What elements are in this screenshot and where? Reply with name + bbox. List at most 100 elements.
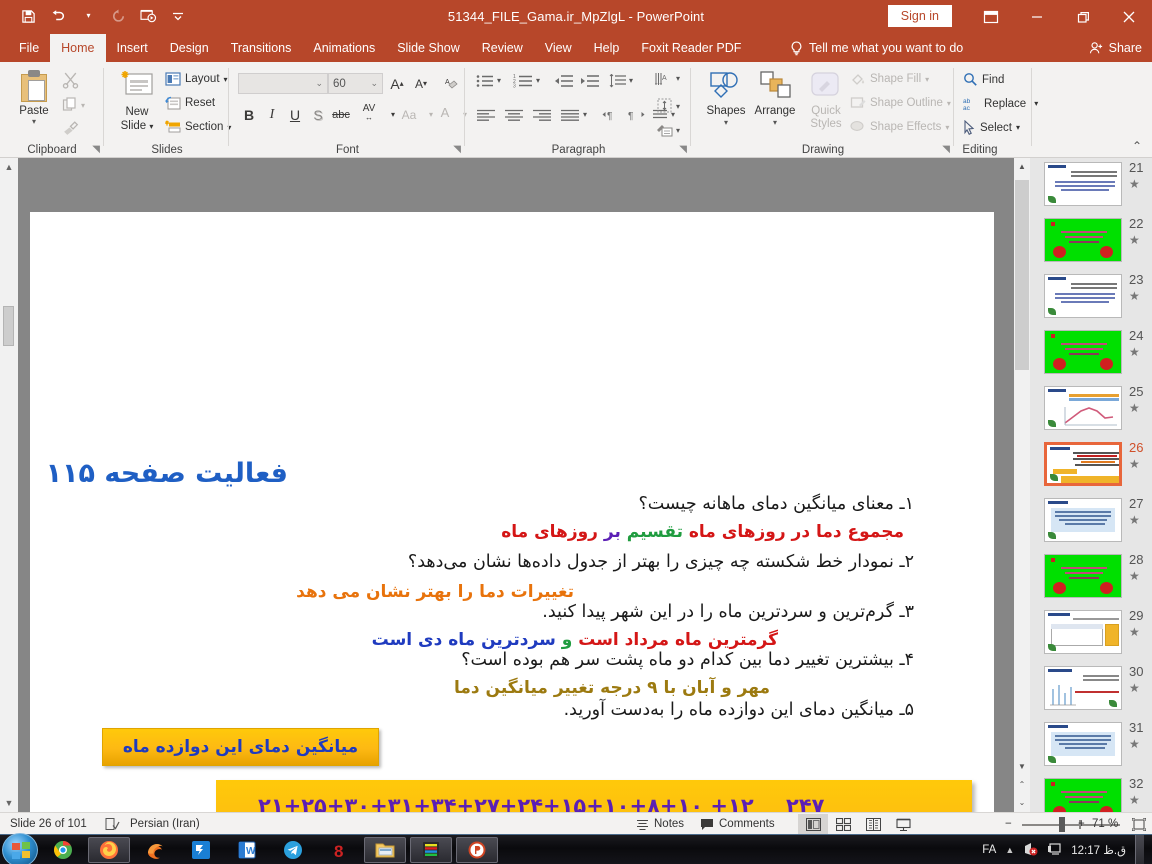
show-hidden-icons-icon[interactable]: ▲ (1005, 845, 1014, 855)
ribbon-tab-transitions[interactable]: Transitions (220, 34, 303, 62)
bullets-button[interactable] (476, 74, 494, 93)
thumbnail-row[interactable]: 21 ★ (1030, 160, 1152, 218)
thumbnail-animation-star-icon[interactable]: ★ (1129, 177, 1140, 191)
thumbnail-animation-star-icon[interactable]: ★ (1129, 681, 1140, 695)
find-button[interactable]: Find (963, 72, 1004, 87)
reset-button[interactable]: Reset (165, 96, 215, 110)
slide-thumbnail-22[interactable] (1044, 218, 1122, 262)
thumbnail-row[interactable]: 22 ★ (1030, 216, 1152, 274)
answer-2[interactable]: تغییرات دما را بهتر نشان می دهد (296, 582, 574, 602)
next-slide-icon[interactable]: ⌄ (1014, 794, 1030, 810)
copy-dropdown-icon[interactable]: ▾ (81, 101, 85, 110)
zoom-level-label[interactable]: 71 % (1092, 813, 1118, 835)
thumbnail-animation-star-icon[interactable]: ★ (1129, 345, 1140, 359)
ribbon-tab-view[interactable]: View (534, 34, 583, 62)
thumbnail-animation-star-icon[interactable]: ★ (1129, 625, 1140, 639)
thumbnail-row[interactable]: 26 ★ (1030, 440, 1152, 498)
thumbnail-row[interactable]: 27 ★ (1030, 496, 1152, 554)
thumbnail-row[interactable]: 29 ★ (1030, 608, 1152, 666)
answer-4[interactable]: مهر و آبان با ۹ درجه تغییر میانگین دما (454, 678, 770, 698)
taskbar-edge-icon[interactable] (134, 837, 176, 863)
align-text-button[interactable] (657, 98, 672, 118)
increase-indent-button[interactable] (580, 74, 600, 93)
ribbon-tab-insert[interactable]: Insert (106, 34, 159, 62)
select-button[interactable]: Select ▾ (963, 120, 1020, 135)
section-button[interactable]: Section ▾ (165, 120, 231, 134)
line-spacing-dropdown-icon[interactable]: ▾ (629, 76, 633, 85)
thumbnail-animation-star-icon[interactable]: ★ (1129, 457, 1140, 471)
thumbnail-animation-star-icon[interactable]: ★ (1129, 513, 1140, 527)
fit-to-window-icon[interactable] (1132, 813, 1146, 835)
decrease-indent-button[interactable] (554, 74, 574, 93)
text-direction-dropdown-icon[interactable]: ▾ (676, 74, 680, 83)
slide-show-icon[interactable] (888, 814, 918, 834)
strikethrough-button[interactable]: abc (330, 104, 352, 125)
ribbon-tab-foxit-reader-pdf[interactable]: Foxit Reader PDF (630, 34, 752, 62)
notes-button[interactable]: Notes (636, 813, 684, 835)
align-right-button[interactable] (532, 108, 552, 126)
shapes-button[interactable]: Shapes ▾ (702, 70, 750, 127)
show-desktop-button[interactable] (1135, 835, 1144, 864)
bold-button[interactable]: B (238, 104, 260, 125)
thumbnail-row[interactable]: 24 ★ (1030, 328, 1152, 386)
restore-icon[interactable] (1060, 0, 1106, 34)
callout-box[interactable]: میانگین دمای این دوازده ماه (102, 728, 379, 766)
font-color-button[interactable]: A (436, 102, 454, 123)
clipboard-dialog-launcher[interactable]: ◥ (92, 144, 100, 155)
ribbon-tab-slide-show[interactable]: Slide Show (386, 34, 471, 62)
clock[interactable]: 12:17 ق.ظ (1071, 843, 1126, 857)
slide-thumbnail-23[interactable] (1044, 274, 1122, 318)
zoom-out-button[interactable]: − (1005, 813, 1012, 835)
font-name-combo[interactable]: ⌄ (238, 73, 328, 94)
slide-thumbnail-24[interactable] (1044, 330, 1122, 374)
zoom-slider-handle[interactable] (1059, 817, 1065, 832)
thumbnail-animation-star-icon[interactable]: ★ (1129, 289, 1140, 303)
question-4[interactable]: ۴ـ بیشترین تغییر دما بین کدام دو ماه پشت… (461, 650, 914, 670)
question-2[interactable]: ۲ـ نمودار خط شکسته چه چیزی را بهتر از جد… (408, 552, 914, 572)
rail-handle[interactable] (3, 306, 14, 346)
thumbnail-row[interactable]: 32 ★ (1030, 776, 1152, 812)
ribbon-tab-review[interactable]: Review (471, 34, 534, 62)
taskbar-powerpoint-icon[interactable] (456, 837, 498, 863)
layout-button[interactable]: Layout ▾ (165, 72, 228, 86)
align-center-button[interactable] (504, 108, 524, 126)
taskbar-file-explorer-icon[interactable] (364, 837, 406, 863)
slide-thumbnail-32[interactable] (1044, 778, 1122, 812)
slide-canvas[interactable]: فعالیت صفحه ۱۱۵ ۱ـ معنای میانگین دمای ما… (30, 212, 994, 864)
slide-thumbnail-28[interactable] (1044, 554, 1122, 598)
bullets-dropdown-icon[interactable]: ▾ (497, 76, 501, 85)
question-3[interactable]: ۳ـ گرم‌ترین و سردترین ماه را در این شهر … (542, 602, 914, 622)
decrease-font-size-button[interactable]: A ▾ (410, 73, 432, 94)
taskbar-word-icon[interactable]: W (226, 837, 268, 863)
format-painter-button[interactable] (62, 120, 79, 142)
smartart-dropdown-icon[interactable]: ▾ (676, 126, 680, 135)
thumbnail-row[interactable]: 31 ★ (1030, 720, 1152, 778)
collapse-ribbon-button[interactable]: ⌃ (1132, 139, 1142, 153)
character-spacing-button[interactable]: AV ↔ (354, 102, 384, 123)
replace-button[interactable]: ab ac Replace ▾ (963, 96, 1038, 112)
underline-button[interactable]: U (284, 104, 306, 125)
change-case-button[interactable]: Aa (396, 104, 422, 125)
slide-thumbnail-31[interactable] (1044, 722, 1122, 766)
thumbnail-animation-star-icon[interactable]: ★ (1129, 793, 1140, 807)
ribbon-tab-animations[interactable]: Animations (302, 34, 386, 62)
slide-thumbnail-29[interactable] (1044, 610, 1122, 654)
sign-in-button[interactable]: Sign in (887, 5, 952, 27)
thumbnail-row[interactable]: 30 ★ (1030, 664, 1152, 722)
taskbar-firefox-icon[interactable] (88, 837, 130, 863)
display-icon[interactable] (1047, 842, 1062, 859)
text-shadow-button[interactable]: S (307, 104, 329, 125)
font-size-combo[interactable]: 60 ⌄ (328, 73, 383, 94)
convert-smartart-button[interactable] (656, 122, 674, 142)
network-error-icon[interactable] (1023, 842, 1038, 859)
slide-thumbnail-26[interactable] (1044, 442, 1122, 486)
minimize-icon[interactable] (1014, 0, 1060, 34)
italic-button[interactable]: I (261, 104, 283, 125)
numbering-dropdown-icon[interactable]: ▾ (536, 76, 540, 85)
question-1[interactable]: ۱ـ معنای میانگین دمای ماهانه چیست؟ (639, 494, 915, 514)
text-direction-button[interactable]: A (655, 72, 673, 91)
slide-vertical-scrollbar[interactable]: ▲ ▼ ⌃ ⌄ (1014, 158, 1030, 812)
ltr-direction-button[interactable]: ¶ (602, 108, 620, 126)
taskbar-telegram-icon[interactable] (272, 837, 314, 863)
taskbar-free-download-manager-icon[interactable] (180, 837, 222, 863)
